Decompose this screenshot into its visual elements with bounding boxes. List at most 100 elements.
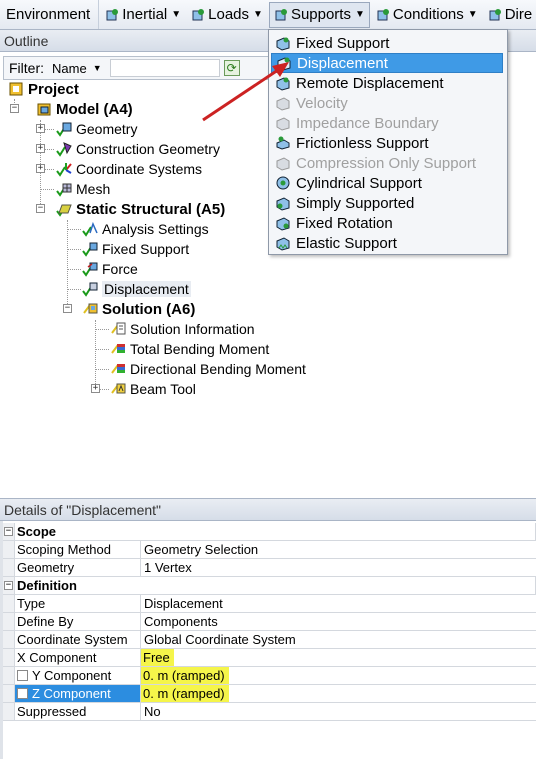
detail-row[interactable]: Coordinate System Global Coordinate Syst… (3, 631, 536, 649)
detail-row[interactable]: Scoping Method Geometry Selection (3, 541, 536, 559)
chevron-down-icon: ▼ (92, 63, 102, 73)
expand-icon[interactable]: + (36, 144, 45, 153)
parameter-checkbox[interactable] (17, 670, 28, 681)
property-value[interactable]: 1 Vertex (141, 559, 536, 577)
conditions-menu-button[interactable]: Conditions ▼ (372, 2, 482, 28)
supports-icon (274, 8, 288, 22)
collapse-icon[interactable]: − (4, 527, 13, 536)
tree-label: Solution (A6) (102, 300, 196, 318)
property-value[interactable]: Components (141, 613, 536, 631)
filter-label: Filter: (9, 60, 44, 76)
compression-only-support-icon (275, 155, 291, 171)
expand-icon[interactable]: + (36, 124, 45, 133)
supports-dropdown-menu: Fixed Support Displacement Remote Displa… (268, 29, 508, 255)
property-name: Suppressed (15, 703, 141, 721)
group-title: Definition (15, 577, 536, 595)
detail-row[interactable]: Define By Components (3, 613, 536, 631)
tree-node-coordinate-systems[interactable]: Coordinate Systems (56, 159, 202, 179)
menu-item-displacement[interactable]: Displacement (271, 53, 503, 73)
property-value[interactable]: Geometry Selection (141, 541, 536, 559)
supports-menu-button[interactable]: Supports ▼ (268, 1, 370, 28)
conditions-label: Conditions (392, 6, 464, 23)
tree-label: Construction Geometry (76, 141, 220, 157)
expand-icon[interactable]: + (36, 164, 45, 173)
tree-node-fixed-support[interactable]: Fixed Support (82, 239, 189, 259)
fixed-rotation-icon (275, 215, 291, 231)
property-value[interactable]: Global Coordinate System (141, 631, 536, 649)
property-value-cell[interactable]: Free (141, 649, 536, 667)
tree-node-geometry[interactable]: Geometry (56, 119, 137, 139)
refresh-icon[interactable]: ⟳ (223, 60, 240, 76)
property-name-cell[interactable]: Y Component (15, 667, 141, 685)
environment-button[interactable]: Environment (0, 0, 100, 29)
filter-type-select[interactable]: Name ▼ (52, 61, 102, 76)
parameter-checkbox[interactable] (17, 688, 28, 699)
detail-row-y-component[interactable]: Y Component 0. m (ramped) (3, 667, 536, 685)
remote-displacement-icon (275, 75, 291, 91)
tree-node-solution[interactable]: Solution (A6) (82, 299, 195, 319)
property-value[interactable]: Displacement (141, 595, 536, 613)
menu-item-label: Frictionless Support (296, 134, 429, 152)
collapse-icon[interactable]: − (10, 104, 19, 113)
menu-item-label: Impedance Boundary (296, 114, 439, 132)
menu-item-elastic-support[interactable]: Elastic Support (271, 233, 503, 253)
property-value-cell[interactable]: 0. m (ramped) (141, 667, 536, 685)
frictionless-support-icon (275, 135, 291, 151)
menu-item-remote-displacement[interactable]: Remote Displacement (271, 73, 503, 93)
collapse-icon[interactable]: − (4, 581, 13, 590)
expand-icon[interactable]: + (91, 384, 100, 393)
tree-node-total-bending-moment[interactable]: Total Bending Moment (110, 339, 269, 359)
loads-icon (191, 8, 205, 22)
fixed-support-icon (275, 35, 291, 51)
inertial-menu-button[interactable]: Inertial ▼ (101, 2, 185, 28)
force-icon (82, 261, 98, 277)
property-name-cell[interactable]: Z Component (15, 685, 141, 703)
detail-row[interactable]: Geometry 1 Vertex (3, 559, 536, 577)
tree-label: Geometry (76, 121, 138, 137)
group-definition[interactable]: − Definition (3, 577, 536, 595)
mesh-icon (56, 181, 72, 197)
direct-fe-label: Dire (504, 6, 533, 23)
tree-node-static-structural[interactable]: Static Structural (A5) (56, 199, 225, 219)
tree-node-directional-bending-moment[interactable]: Directional Bending Moment (110, 359, 306, 379)
property-name: Type (15, 595, 141, 613)
menu-item-simply-supported[interactable]: Simply Supported (271, 193, 503, 213)
construction-geometry-icon (56, 141, 72, 157)
menu-item-fixed-support[interactable]: Fixed Support (271, 33, 503, 53)
filter-type-value: Name (52, 60, 87, 76)
menu-item-label: Velocity (296, 94, 348, 112)
menu-item-fixed-rotation[interactable]: Fixed Rotation (271, 213, 503, 233)
loads-menu-button[interactable]: Loads ▼ (187, 2, 267, 28)
property-name: Scoping Method (15, 541, 141, 559)
tree-node-mesh[interactable]: Mesh (56, 179, 110, 199)
menu-item-compression-only-support: Compression Only Support (271, 153, 503, 173)
detail-row-x-component[interactable]: X Component Free (3, 649, 536, 667)
tree-node-project[interactable]: Project (8, 79, 79, 99)
tree-node-solution-information[interactable]: Solution Information (110, 319, 255, 339)
details-panel: Details of "Displacement" − Scope Scopin… (0, 498, 536, 759)
menu-item-frictionless-support[interactable]: Frictionless Support (271, 133, 503, 153)
details-header: Details of "Displacement" (0, 499, 536, 521)
detail-row-z-component[interactable]: Z Component 0. m (ramped) (3, 685, 536, 703)
collapse-icon[interactable]: − (36, 204, 45, 213)
collapse-icon[interactable]: − (63, 304, 72, 313)
filter-input[interactable] (109, 59, 220, 77)
tree-node-model[interactable]: Model (A4) (36, 99, 133, 119)
detail-row[interactable]: Suppressed No (3, 703, 536, 721)
tree-node-displacement[interactable]: Displacement (82, 279, 191, 299)
property-value: 0. m (ramped) (141, 667, 229, 684)
tree-label: Displacement (102, 281, 191, 297)
direct-fe-menu-button[interactable]: Dire (484, 2, 536, 28)
property-value-cell[interactable]: 0. m (ramped) (141, 685, 536, 703)
detail-row[interactable]: Type Displacement (3, 595, 536, 613)
property-name: Coordinate System (15, 631, 141, 649)
tree-node-construction-geometry[interactable]: Construction Geometry (56, 139, 220, 159)
tree-node-analysis-settings[interactable]: Analysis Settings (82, 219, 209, 239)
inertial-icon (105, 8, 119, 22)
menu-item-velocity: Velocity (271, 93, 503, 113)
tree-node-beam-tool[interactable]: Beam Tool (110, 379, 196, 399)
group-scope[interactable]: − Scope (3, 523, 536, 541)
tree-node-force[interactable]: Force (82, 259, 138, 279)
property-value[interactable]: No (141, 703, 536, 721)
menu-item-cylindrical-support[interactable]: Cylindrical Support (271, 173, 503, 193)
